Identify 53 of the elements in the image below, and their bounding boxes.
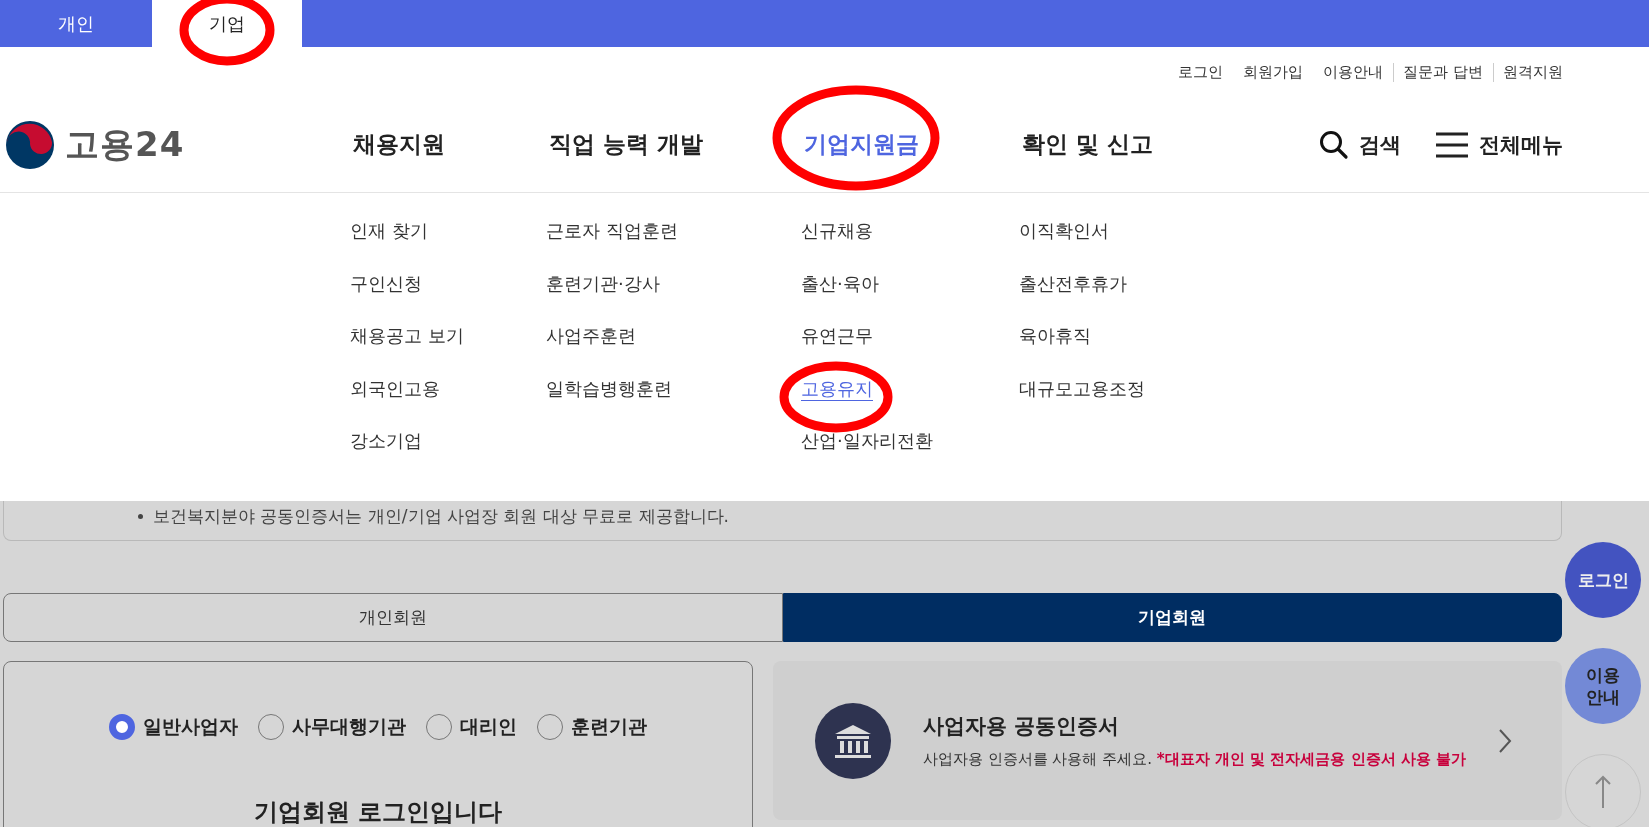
submenu-link[interactable]: 유연근무 [801, 322, 873, 375]
floating-button[interactable]: 이용안내 [1565, 648, 1641, 724]
floating-button[interactable]: 로그인 [1565, 542, 1641, 618]
submenu-link[interactable]: 고용유지 [801, 374, 873, 427]
submenu-link[interactable]: 근로자 직업훈련 [546, 217, 678, 270]
submenu-link[interactable]: 일학습병행훈련 [546, 374, 672, 427]
nav-item[interactable]: 확인 및 신고 [1022, 129, 1153, 160]
emblem-icon [5, 119, 55, 170]
submenu-link[interactable]: 사업주훈련 [546, 322, 636, 375]
member-tab[interactable]: 기업회원 [782, 593, 1562, 642]
bank-icon [814, 702, 891, 779]
card-description: 사업자용 인증서를 사용해 주세요. [922, 750, 1153, 768]
submenu-link[interactable]: 강소기업 [350, 427, 422, 480]
notice-text: 보건복지분야 공동인증서는 개인/기업 사업장 회원 대상 무료로 제공합니다. [153, 505, 729, 528]
chevron-right-icon [1498, 727, 1512, 754]
submenu-link[interactable]: 신규채용 [801, 217, 873, 270]
member-type-radio[interactable]: 일반사업자 [108, 714, 238, 740]
submenu-link[interactable]: 채용공고 보기 [350, 322, 464, 375]
certificate-card[interactable]: 사업자용 공동인증서 사업자용 인증서를 사용해 주세요. *대표자 개인 및 전자세금용 인증서 사용 불가 [772, 661, 1562, 820]
login-heading: 기업회원 로그인입니다 [253, 797, 503, 827]
submenu-link[interactable]: 인재 찾기 [350, 217, 428, 270]
radio-icon[interactable] [108, 714, 135, 740]
member-type-radio[interactable]: 대리인 [425, 714, 517, 740]
all-menu-button[interactable]: 전체메뉴 [1435, 129, 1563, 160]
submenu-link[interactable]: 이직확인서 [1019, 217, 1109, 270]
submenu-link[interactable]: 육아휴직 [1019, 322, 1091, 375]
submenu-link[interactable]: 출산전후휴가 [1019, 269, 1127, 322]
member-type-radio[interactable]: 사무대행기관 [257, 714, 406, 740]
site-tab[interactable]: 개인 [0, 0, 152, 47]
utility-link[interactable]: 원격지원 [1493, 62, 1563, 82]
bullet-icon [138, 514, 143, 519]
submenu-link[interactable]: 훈련기관·강사 [546, 269, 660, 322]
search-icon [1319, 129, 1349, 160]
utility-link[interactable]: 회원가입 [1243, 62, 1304, 82]
logo-text[interactable]: 고용24 [65, 121, 185, 168]
submenu-link[interactable]: 구인신청 [350, 269, 422, 322]
menu-icon [1435, 131, 1469, 158]
nav-item[interactable]: 기업지원금 [804, 129, 1022, 160]
submenu-link[interactable]: 산업·일자리전환 [801, 427, 933, 480]
utility-link[interactable]: 로그인 [1178, 62, 1224, 82]
nav-item[interactable]: 채용지원 [353, 129, 549, 160]
submenu-link[interactable]: 외국인고용 [350, 374, 440, 427]
search-button[interactable]: 검색 [1319, 129, 1401, 160]
member-type-radio[interactable]: 훈련기관 [536, 714, 647, 740]
member-tab[interactable]: 개인회원 [3, 593, 783, 642]
submenu-link[interactable]: 대규모고용조정 [1019, 374, 1145, 427]
card-title: 사업자용 공동인증서 [922, 713, 1121, 740]
arrow-up-icon [1593, 774, 1613, 810]
utility-link[interactable]: 질문과 답변 [1393, 62, 1483, 82]
nav-item[interactable]: 직업 능력 개발 [549, 129, 804, 160]
submenu-link[interactable]: 출산·육아 [801, 269, 879, 322]
utility-link[interactable]: 이용안내 [1323, 62, 1384, 82]
warning-text: *대표자 개인 및 전자세금용 인증서 사용 불가 [1156, 750, 1466, 768]
